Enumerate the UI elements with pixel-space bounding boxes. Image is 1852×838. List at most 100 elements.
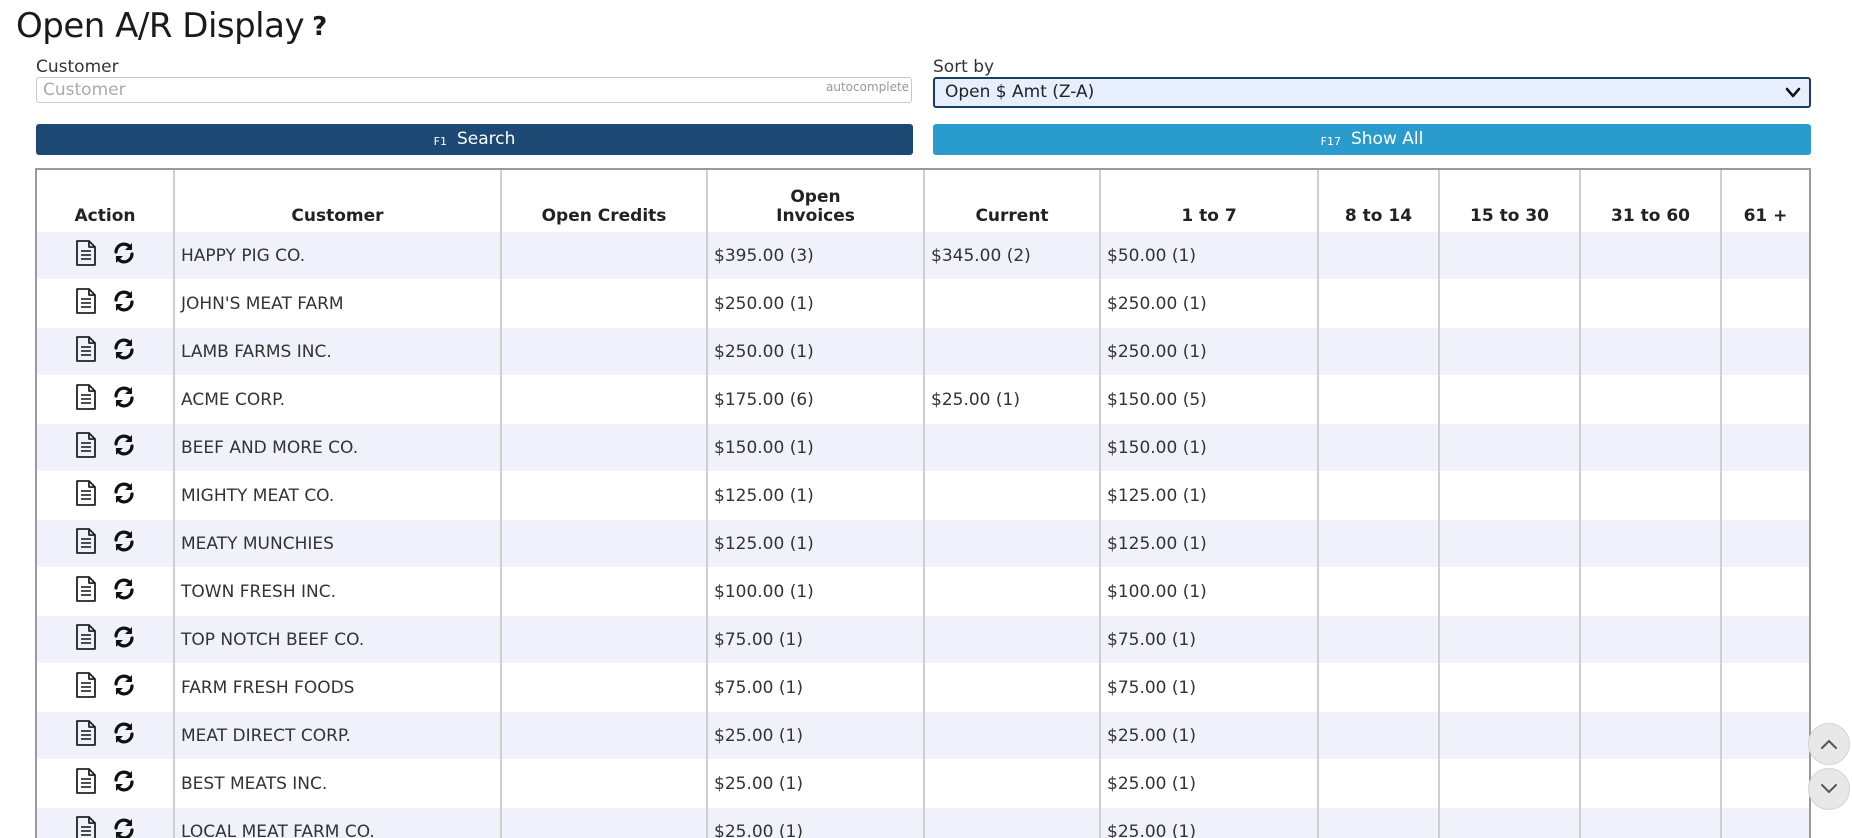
document-icon[interactable] xyxy=(74,527,98,560)
header-open-invoices[interactable]: Open Invoices xyxy=(707,170,925,232)
document-icon[interactable] xyxy=(74,239,98,272)
cell-15-to-30 xyxy=(1439,423,1581,472)
cell-31-to-60 xyxy=(1580,807,1722,838)
document-icon[interactable] xyxy=(74,479,98,512)
cell-customer[interactable]: BEEF AND MORE CO. xyxy=(174,423,502,472)
document-icon[interactable] xyxy=(74,383,98,416)
table-row[interactable]: TOP NOTCH BEEF CO. $75.00 (1) $75.00 (1) xyxy=(37,615,1809,664)
show-all-button[interactable]: F17 Show All xyxy=(933,124,1811,155)
table-row[interactable]: BEEF AND MORE CO. $150.00 (1) $150.00 (1) xyxy=(37,423,1809,472)
page-title: Open A/R Display? xyxy=(16,6,327,46)
refresh-icon[interactable] xyxy=(112,769,136,798)
help-icon[interactable]: ? xyxy=(312,12,327,42)
table-row[interactable]: MIGHTY MEAT CO. $125.00 (1) $125.00 (1) xyxy=(37,471,1809,520)
cell-action xyxy=(37,807,175,838)
table-row[interactable]: TOWN FRESH INC. $100.00 (1) $100.00 (1) xyxy=(37,567,1809,616)
cell-open-invoices: $250.00 (1) xyxy=(707,327,925,376)
cell-open-invoices: $25.00 (1) xyxy=(707,807,925,838)
refresh-icon[interactable] xyxy=(112,721,136,750)
document-icon[interactable] xyxy=(74,719,98,752)
cell-customer[interactable]: LAMB FARMS INC. xyxy=(174,327,502,376)
customer-input[interactable] xyxy=(36,77,912,103)
refresh-icon[interactable] xyxy=(112,289,136,318)
cell-current xyxy=(924,711,1101,760)
cell-customer[interactable]: MEATY MUNCHIES xyxy=(174,519,502,568)
cell-open-invoices: $125.00 (1) xyxy=(707,519,925,568)
cell-customer[interactable]: LOCAL MEAT FARM CO. xyxy=(174,807,502,838)
document-icon[interactable] xyxy=(74,623,98,656)
table-row[interactable]: FARM FRESH FOODS $75.00 (1) $75.00 (1) xyxy=(37,663,1809,712)
table-row[interactable]: MEAT DIRECT CORP. $25.00 (1) $25.00 (1) xyxy=(37,711,1809,760)
show-all-button-label: Show All xyxy=(1350,129,1424,149)
document-icon[interactable] xyxy=(74,671,98,704)
cell-customer[interactable]: ACME CORP. xyxy=(174,375,502,424)
scroll-up-button[interactable] xyxy=(1808,723,1850,765)
header-current[interactable]: Current xyxy=(924,170,1101,232)
sort-select[interactable]: Open $ Amt (Z-A) xyxy=(933,77,1811,108)
cell-31-to-60 xyxy=(1580,567,1722,616)
sort-label: Sort by xyxy=(933,57,995,77)
header-1-to-7[interactable]: 1 to 7 xyxy=(1100,170,1319,232)
cell-open-invoices: $250.00 (1) xyxy=(707,279,925,328)
cell-open-credits xyxy=(501,759,708,808)
refresh-icon[interactable] xyxy=(112,577,136,606)
cell-8-to-14 xyxy=(1318,232,1440,280)
document-icon[interactable] xyxy=(74,335,98,368)
refresh-icon[interactable] xyxy=(112,817,136,838)
cell-current xyxy=(924,471,1101,520)
refresh-icon[interactable] xyxy=(112,433,136,462)
document-icon[interactable] xyxy=(74,815,98,838)
cell-customer[interactable]: JOHN'S MEAT FARM xyxy=(174,279,502,328)
header-61-plus[interactable]: 61 + xyxy=(1721,170,1809,232)
document-icon[interactable] xyxy=(74,431,98,464)
cell-customer[interactable]: MEAT DIRECT CORP. xyxy=(174,711,502,760)
cell-1-to-7: $25.00 (1) xyxy=(1100,759,1319,808)
table-row[interactable]: MEATY MUNCHIES $125.00 (1) $125.00 (1) xyxy=(37,519,1809,568)
refresh-icon[interactable] xyxy=(112,385,136,414)
document-icon[interactable] xyxy=(74,287,98,320)
header-open-credits[interactable]: Open Credits xyxy=(501,170,708,232)
refresh-icon[interactable] xyxy=(112,241,136,270)
cell-customer[interactable]: MIGHTY MEAT CO. xyxy=(174,471,502,520)
cell-current xyxy=(924,807,1101,838)
cell-customer[interactable]: TOP NOTCH BEEF CO. xyxy=(174,615,502,664)
cell-61-plus xyxy=(1721,423,1809,472)
table-row[interactable]: BEST MEATS INC. $25.00 (1) $25.00 (1) xyxy=(37,759,1809,808)
header-8-to-14[interactable]: 8 to 14 xyxy=(1318,170,1440,232)
search-button[interactable]: F1 Search xyxy=(36,124,913,155)
cell-open-invoices: $150.00 (1) xyxy=(707,423,925,472)
refresh-icon[interactable] xyxy=(112,673,136,702)
refresh-icon[interactable] xyxy=(112,529,136,558)
cell-customer[interactable]: HAPPY PIG CO. xyxy=(174,232,502,280)
document-icon[interactable] xyxy=(74,767,98,800)
cell-1-to-7: $25.00 (1) xyxy=(1100,807,1319,838)
table-row[interactable]: JOHN'S MEAT FARM $250.00 (1) $250.00 (1) xyxy=(37,279,1809,328)
cell-customer[interactable]: FARM FRESH FOODS xyxy=(174,663,502,712)
header-15-to-30[interactable]: 15 to 30 xyxy=(1439,170,1581,232)
scroll-down-button[interactable] xyxy=(1808,768,1850,810)
cell-8-to-14 xyxy=(1318,615,1440,664)
table-row[interactable]: LOCAL MEAT FARM CO. $25.00 (1) $25.00 (1) xyxy=(37,807,1809,838)
header-31-to-60[interactable]: 31 to 60 xyxy=(1580,170,1722,232)
document-icon[interactable] xyxy=(74,575,98,608)
cell-61-plus xyxy=(1721,567,1809,616)
cell-8-to-14 xyxy=(1318,567,1440,616)
cell-61-plus xyxy=(1721,759,1809,808)
cell-8-to-14 xyxy=(1318,759,1440,808)
cell-customer[interactable]: BEST MEATS INC. xyxy=(174,759,502,808)
cell-action xyxy=(37,423,175,472)
table-row[interactable]: LAMB FARMS INC. $250.00 (1) $250.00 (1) xyxy=(37,327,1809,376)
cell-customer[interactable]: TOWN FRESH INC. xyxy=(174,567,502,616)
cell-action xyxy=(37,232,175,280)
refresh-icon[interactable] xyxy=(112,625,136,654)
cell-31-to-60 xyxy=(1580,759,1722,808)
cell-current xyxy=(924,759,1101,808)
header-customer[interactable]: Customer xyxy=(174,170,502,232)
table-row[interactable]: ACME CORP. $175.00 (6) $25.00 (1) $150.00 (… xyxy=(37,375,1809,424)
refresh-icon[interactable] xyxy=(112,481,136,510)
refresh-icon[interactable] xyxy=(112,337,136,366)
table-row[interactable]: HAPPY PIG CO. $395.00 (3) $345.00 (2) $50.0… xyxy=(37,232,1809,280)
cell-current xyxy=(924,279,1101,328)
cell-action xyxy=(37,711,175,760)
ar-table-container[interactable]: Action Customer Open Credits Open Invoic… xyxy=(35,168,1811,838)
